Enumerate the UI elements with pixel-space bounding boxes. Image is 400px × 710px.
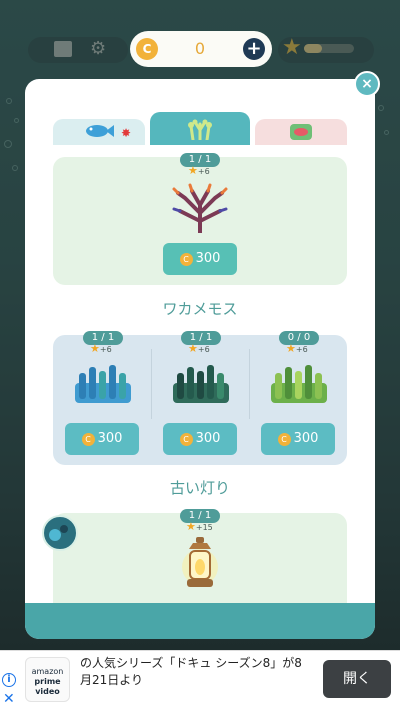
section-title: 古い灯り <box>169 479 230 497</box>
ad-text[interactable]: の人気シリーズ「ドキュ シーズン8」が8月21日より <box>80 655 310 689</box>
light-green-moss-icon <box>271 365 327 403</box>
blue-moss-icon <box>75 365 131 403</box>
stock-count-badge: 0 / 0 <box>279 331 319 345</box>
score-label: ★+6 <box>188 164 210 177</box>
lantern-icon <box>182 537 218 587</box>
food-icon <box>290 124 312 140</box>
buy-button[interactable]: C 300 <box>163 243 237 275</box>
buy-button[interactable]: C 300 <box>261 423 335 455</box>
shop-item-card: 1 / 1 ★+6 C 300 <box>53 153 347 285</box>
star-icon: ★ <box>282 35 302 60</box>
score-label: ★+15 <box>186 520 213 533</box>
fish-icon <box>86 125 114 137</box>
ad-open-button[interactable]: 開く <box>323 660 391 698</box>
gear-icon[interactable]: ⚙ <box>90 40 108 58</box>
score-label: ★+6 <box>188 342 210 355</box>
buy-button[interactable]: C 300 <box>163 423 237 455</box>
divider <box>249 349 250 419</box>
dark-green-moss-icon <box>173 365 229 403</box>
ad-close-icon[interactable]: ✕ <box>3 691 15 707</box>
add-coins-button[interactable]: + <box>243 38 265 60</box>
ad-banner[interactable]: i ✕ amazon prime video の人気シリーズ「ドキュ シーズン8… <box>0 650 400 710</box>
close-button[interactable]: × <box>354 71 380 97</box>
hud-left-panel <box>28 37 128 63</box>
ad-logo-line2: prime video <box>34 677 61 696</box>
buy-button[interactable]: C 300 <box>65 423 139 455</box>
fish-collection-icon[interactable] <box>54 41 72 57</box>
tab-fish[interactable]: ✸ <box>53 119 145 145</box>
divider <box>151 349 152 419</box>
score-label: ★+6 <box>90 342 112 355</box>
tab-plants[interactable] <box>150 112 250 145</box>
shop-dialog: ✸ 1 / 1 ★+6 C 300 ワカメモス 1 / 1 ★+6 C 300 … <box>25 79 375 639</box>
tab-food[interactable] <box>255 119 347 145</box>
ad-logo-line1: amazon <box>31 667 64 676</box>
coin-amount: 0 <box>194 39 206 58</box>
stock-count-badge: 1 / 1 <box>83 331 123 345</box>
score-label: ★+6 <box>286 342 308 355</box>
ad-logo: amazon prime video <box>25 657 70 702</box>
new-badge-icon: ✸ <box>121 126 132 140</box>
section-title: ワカメモス <box>162 300 238 318</box>
stock-count-badge: 1 / 1 <box>180 153 220 167</box>
fish-ball-icon <box>42 515 78 551</box>
red-coral-icon <box>172 183 228 233</box>
plant-icon <box>188 119 212 140</box>
stock-count-badge: 1 / 1 <box>181 331 221 345</box>
shop-section-card: 1 / 1 ★+6 C 300 1 / 1 ★+6 C 300 0 / 0 ★+6 <box>53 331 347 465</box>
dialog-footer <box>25 603 375 639</box>
level-progress-fill <box>304 44 322 53</box>
coin-icon: C <box>136 38 158 60</box>
ad-info-icon[interactable]: i <box>2 673 16 687</box>
